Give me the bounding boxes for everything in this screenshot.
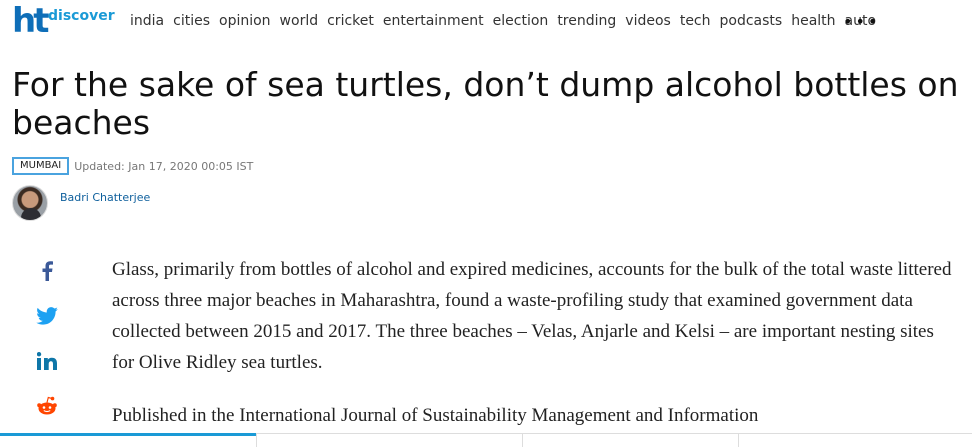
- author-name-link[interactable]: Badri Chatterjee: [60, 191, 150, 204]
- author-avatar: [12, 185, 48, 221]
- article-paragraph: Glass, primarily from bottles of alcohol…: [112, 259, 952, 373]
- share-facebook-button[interactable]: [36, 260, 58, 282]
- article-headline: For the sake of sea turtles, don’t dump …: [12, 65, 959, 142]
- author-byline: Badri Chatterjee: [12, 185, 150, 221]
- share-reddit-button[interactable]: [36, 395, 58, 417]
- linkedin-icon: [37, 352, 57, 370]
- logo-mark[interactable]: ht: [12, 4, 50, 38]
- nav-item-videos[interactable]: videos: [625, 13, 671, 29]
- section-discover-link[interactable]: discover: [48, 8, 115, 24]
- nav-item-cities[interactable]: cities: [173, 13, 210, 29]
- nav-item-podcasts[interactable]: podcasts: [720, 13, 783, 29]
- nav-item-entertainment[interactable]: entertainment: [383, 13, 484, 29]
- ht-logo[interactable]: ht: [12, 4, 50, 38]
- reading-progress-bar: [0, 433, 256, 436]
- nav-item-tech[interactable]: tech: [680, 13, 711, 29]
- nav-item-election[interactable]: election: [493, 13, 549, 29]
- top-navigation: ht discover india cities opinion world c…: [0, 0, 972, 44]
- nav-item-india[interactable]: india: [130, 13, 164, 29]
- bottom-tab-divider: [522, 434, 523, 447]
- nav-item-world[interactable]: world: [280, 13, 319, 29]
- facebook-icon: [42, 261, 53, 281]
- nav-item-trending[interactable]: trending: [557, 13, 616, 29]
- updated-timestamp: Updated: Jan 17, 2020 00:05 IST: [74, 159, 254, 173]
- bottom-tab-divider: [738, 434, 739, 447]
- article-meta: MUMBAI Updated: Jan 17, 2020 00:05 IST: [12, 157, 253, 175]
- nav-item-opinion[interactable]: opinion: [219, 13, 271, 29]
- reddit-icon: [37, 396, 57, 415]
- nav-item-cricket[interactable]: cricket: [327, 13, 374, 29]
- section-badge[interactable]: MUMBAI: [12, 157, 70, 175]
- article-body: Glass, primarily from bottles of alcohol…: [112, 254, 952, 447]
- share-twitter-button[interactable]: [36, 305, 58, 327]
- twitter-icon: [36, 307, 58, 325]
- share-linkedin-button[interactable]: [36, 350, 58, 372]
- article-paragraph: Published in the International Journal o…: [112, 405, 759, 426]
- nav-item-health[interactable]: health: [791, 13, 835, 29]
- bottom-tab-divider: [256, 434, 257, 447]
- nav-menu: india cities opinion world cricket enter…: [130, 13, 885, 29]
- more-menu-icon[interactable]: •••: [843, 12, 880, 31]
